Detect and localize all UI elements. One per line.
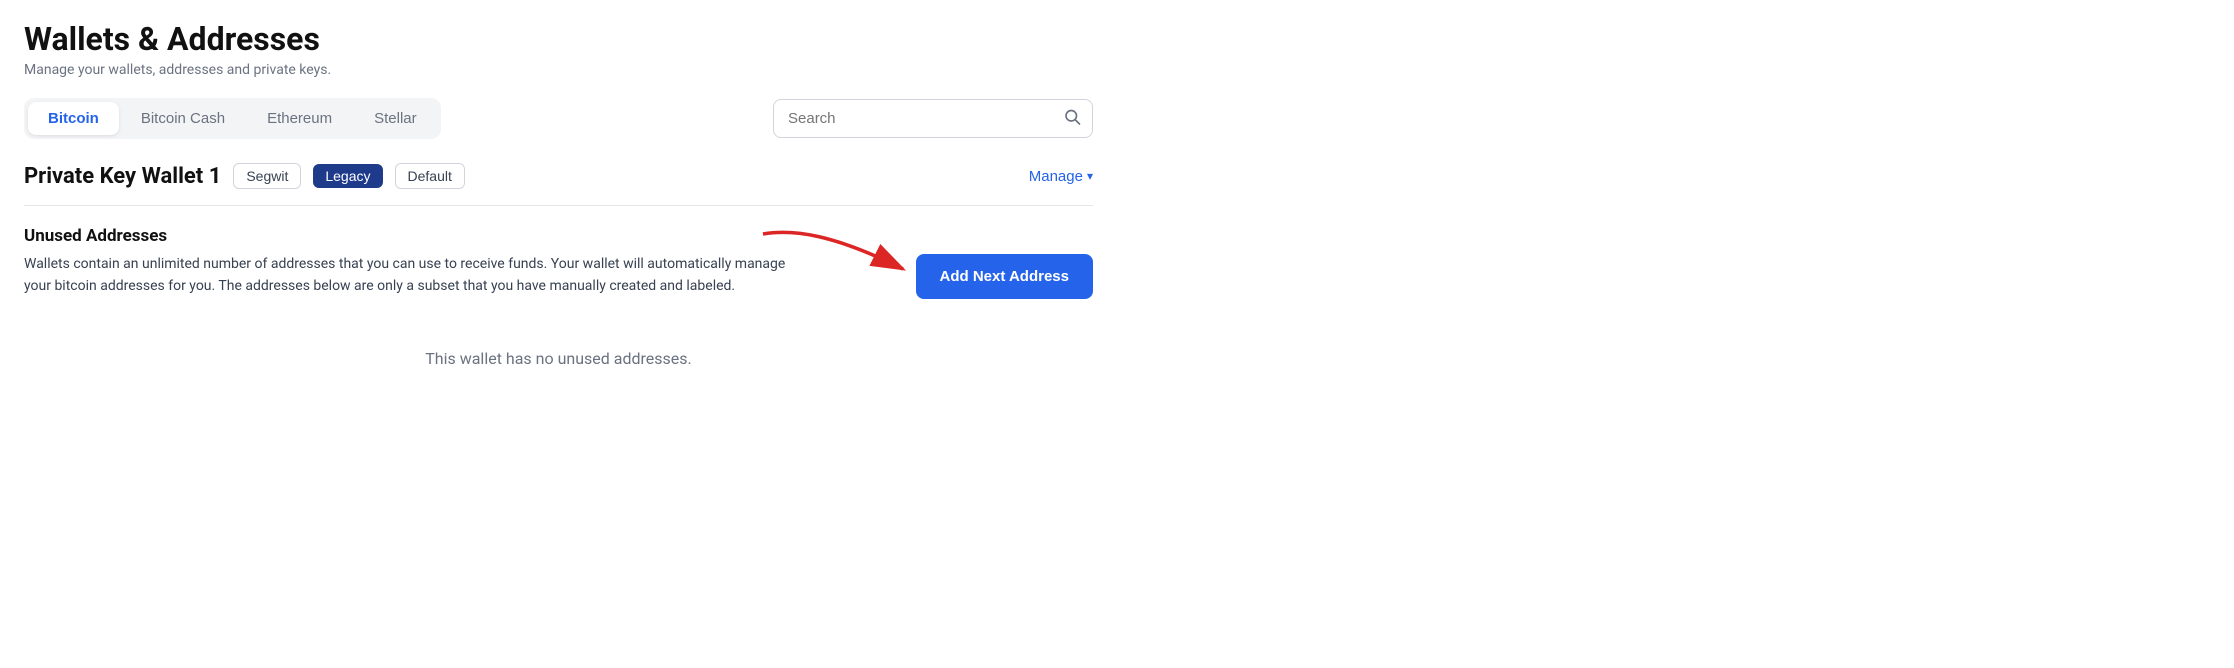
wallet-title-group: Private Key Wallet 1 Segwit Legacy Defau…: [24, 163, 465, 189]
red-arrow-pointer: [753, 224, 913, 288]
badge-segwit[interactable]: Segwit: [233, 163, 301, 189]
tab-bitcoin-cash[interactable]: Bitcoin Cash: [121, 102, 245, 135]
search-container: [773, 99, 1093, 138]
tab-bitcoin[interactable]: Bitcoin: [28, 102, 119, 135]
unused-section-description: Wallets contain an unlimited number of a…: [24, 254, 804, 297]
badge-default[interactable]: Default: [395, 163, 465, 189]
page-title: Wallets & Addresses: [24, 20, 1093, 58]
wallet-name: Private Key Wallet 1: [24, 164, 221, 189]
manage-label: Manage: [1029, 168, 1083, 185]
page-subtitle: Manage your wallets, addresses and priva…: [24, 62, 1093, 78]
wallet-header: Private Key Wallet 1 Segwit Legacy Defau…: [24, 163, 1093, 189]
chevron-down-icon: ▾: [1087, 169, 1093, 183]
divider: [24, 205, 1093, 206]
add-next-address-button[interactable]: Add Next Address: [916, 254, 1093, 299]
badge-legacy[interactable]: Legacy: [313, 164, 382, 188]
add-address-area: Add Next Address: [916, 254, 1093, 299]
currency-tabs: Bitcoin Bitcoin Cash Ethereum Stellar: [24, 98, 441, 139]
tab-stellar[interactable]: Stellar: [354, 102, 437, 135]
manage-button[interactable]: Manage ▾: [1029, 168, 1093, 185]
search-input[interactable]: [773, 99, 1093, 138]
empty-addresses-message: This wallet has no unused addresses.: [24, 329, 1093, 378]
unused-content-row: Wallets contain an unlimited number of a…: [24, 254, 1093, 299]
unused-section-title: Unused Addresses: [24, 226, 1093, 246]
tab-ethereum[interactable]: Ethereum: [247, 102, 352, 135]
